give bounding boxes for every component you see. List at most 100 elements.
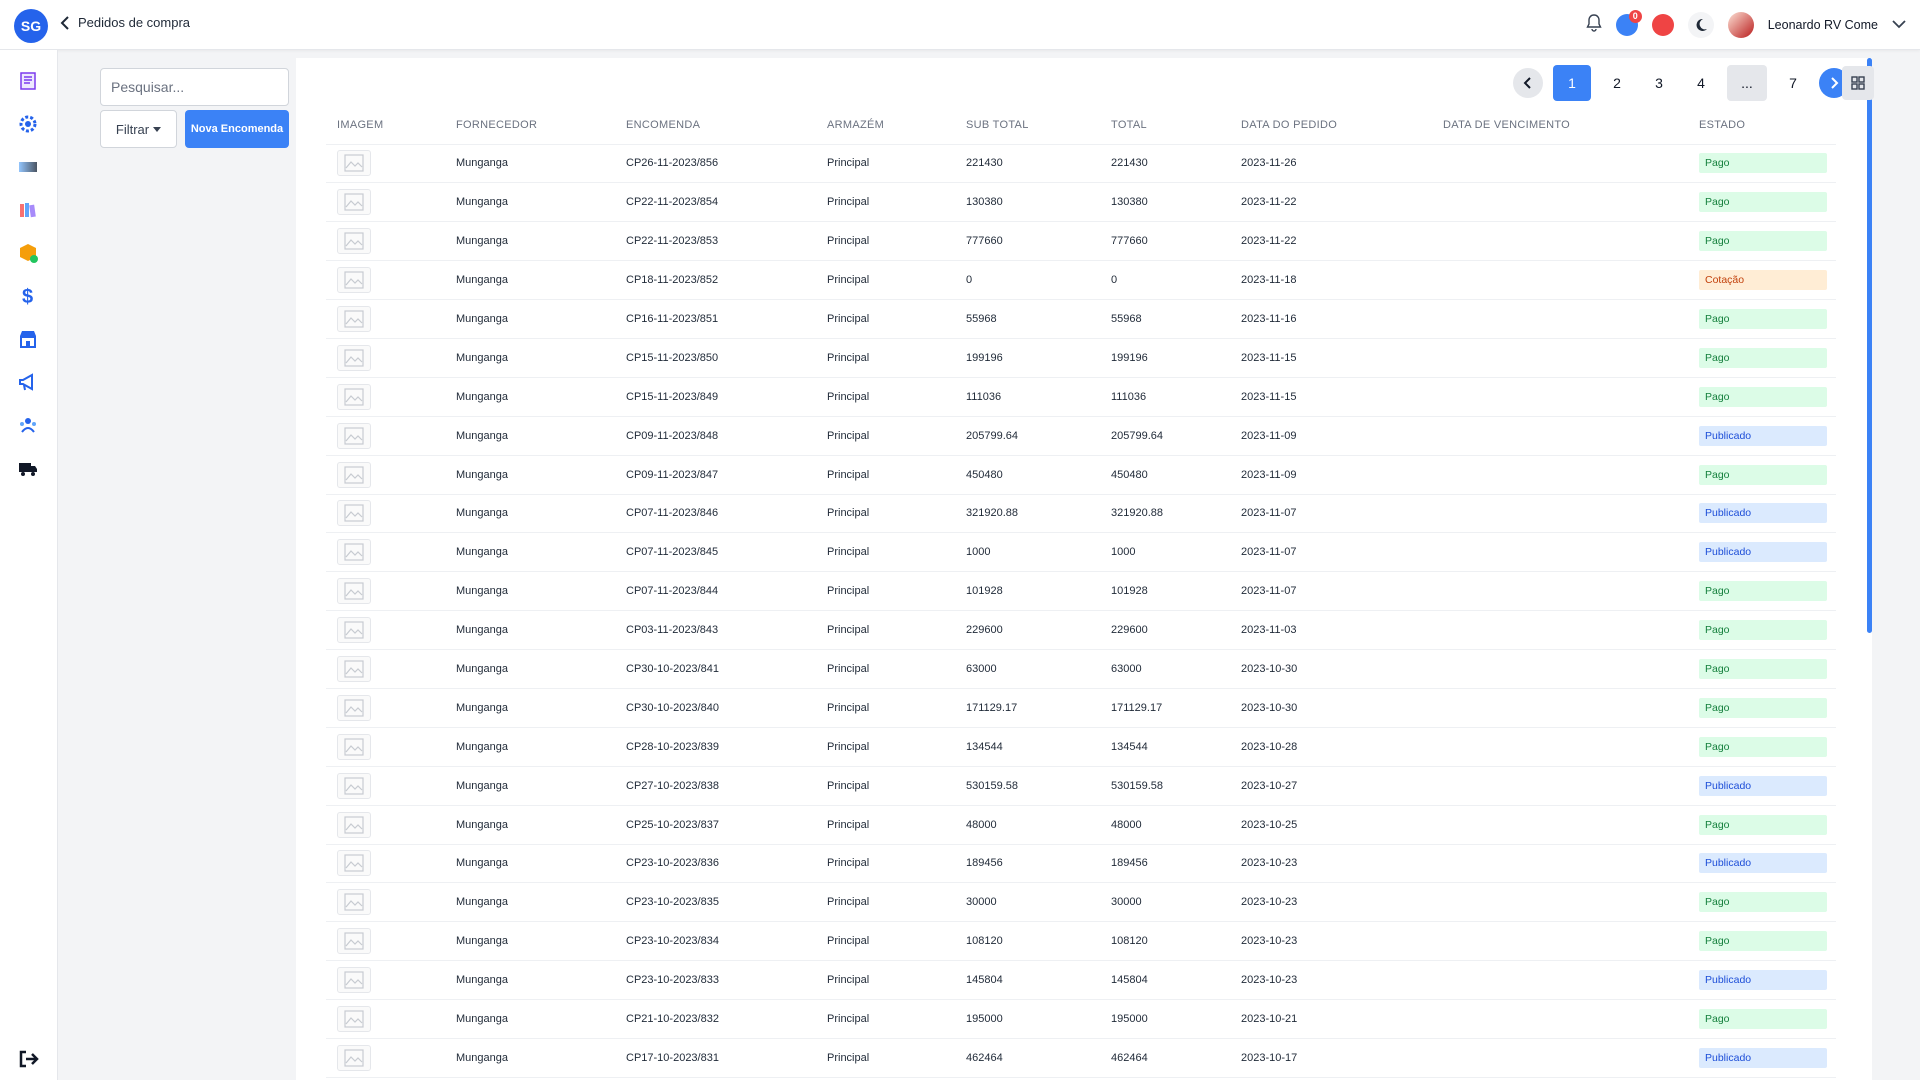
table-row[interactable]: Munganga CP30-10-2023/840 Principal 171129.… [326, 688, 1836, 728]
table-row[interactable]: Munganga CP21-10-2023/832 Principal 195000 1… [326, 999, 1836, 1039]
page-3[interactable]: 3 [1643, 66, 1675, 100]
notifications-button[interactable]: 0 [1615, 10, 1642, 36]
order-cell[interactable]: CP30-10-2023/840 [615, 688, 816, 728]
warehouse-cell: Principal [816, 338, 955, 378]
order-cell[interactable]: CP30-10-2023/841 [615, 649, 816, 689]
gradient-card-icon[interactable] [17, 156, 39, 178]
app-logo[interactable]: SG [14, 9, 48, 43]
books-icon[interactable] [17, 199, 39, 221]
order-cell[interactable]: CP21-10-2023/832 [615, 999, 816, 1039]
table-row[interactable]: Munganga CP25-10-2023/837 Principal 48000 48… [326, 805, 1836, 845]
status-badge: Publicado [1699, 425, 1827, 446]
logout-icon[interactable] [17, 1048, 39, 1070]
due-date-cell [1432, 299, 1688, 339]
avatar[interactable] [1727, 12, 1754, 38]
gear-icon[interactable] [17, 113, 39, 135]
table-row[interactable]: Munganga CP23-10-2023/834 Principal 108120 1… [326, 921, 1836, 962]
status-cell: Publicado [1688, 844, 1836, 884]
megaphone-icon[interactable] [17, 371, 39, 393]
order-cell[interactable]: CP27-10-2023/838 [615, 766, 816, 806]
store-icon[interactable] [17, 328, 39, 350]
order-cell[interactable]: CP17-10-2023/831 [615, 1038, 816, 1078]
order-cell[interactable]: CP16-11-2023/851 [615, 299, 816, 339]
table-row[interactable]: Munganga CP23-10-2023/836 Principal 189456 1… [326, 844, 1836, 884]
table-row[interactable]: Munganga CP16-11-2023/851 Principal 55968 55… [326, 299, 1836, 339]
receipt-icon[interactable] [17, 70, 39, 92]
page-1[interactable]: 1 [1553, 65, 1591, 101]
table-row[interactable]: Munganga CP26-11-2023/856 Principal 221430 2… [326, 144, 1836, 184]
order-cell[interactable]: CP15-11-2023/849 [615, 377, 816, 417]
table-row[interactable]: Munganga CP15-11-2023/850 Principal 199196 1… [326, 338, 1836, 378]
column-header[interactable]: DATA DO PEDIDO [1230, 107, 1432, 145]
column-header[interactable]: ENCOMENDA [615, 107, 816, 145]
table-row[interactable]: Munganga CP07-11-2023/845 Principal 1000 100… [326, 532, 1836, 573]
order-cell[interactable]: CP15-11-2023/850 [615, 338, 816, 378]
warehouse-cell: Principal [816, 649, 955, 689]
order-cell[interactable]: CP26-11-2023/856 [615, 144, 816, 184]
table-row[interactable]: Munganga CP28-10-2023/839 Principal 134544 1… [326, 727, 1836, 767]
order-cell[interactable]: CP23-10-2023/836 [615, 844, 816, 884]
table-row[interactable]: Munganga CP15-11-2023/849 Principal 111036 1… [326, 377, 1836, 417]
table-row[interactable]: Munganga CP30-10-2023/841 Principal 63000 63… [326, 649, 1836, 689]
bell-icon[interactable] [1586, 13, 1602, 37]
table-row[interactable]: Munganga CP23-10-2023/835 Principal 30000 30… [326, 882, 1836, 923]
order-cell[interactable]: CP22-11-2023/853 [615, 221, 816, 262]
supplier-cell: Munganga [445, 921, 615, 962]
column-header[interactable]: SUB TOTAL [955, 107, 1100, 145]
subtotal-cell: 171129.17 [955, 688, 1100, 728]
column-header[interactable]: IMAGEM [326, 107, 445, 145]
column-header[interactable]: ARMAZÉM [816, 107, 955, 145]
order-cell[interactable]: CP23-10-2023/834 [615, 921, 816, 962]
table-row[interactable]: Munganga CP07-11-2023/846 Principal 321920.… [326, 494, 1836, 534]
order-cell[interactable]: CP07-11-2023/845 [615, 532, 816, 573]
order-cell[interactable]: CP23-10-2023/835 [615, 882, 816, 923]
table-row[interactable]: Munganga CP22-11-2023/853 Principal 777660 7… [326, 221, 1836, 262]
search-input[interactable] [100, 68, 289, 106]
order-cell[interactable]: CP18-11-2023/852 [615, 260, 816, 301]
dark-mode-toggle[interactable] [1687, 12, 1714, 38]
table-row[interactable]: Munganga CP07-11-2023/844 Principal 101928 1… [326, 571, 1836, 612]
status-indicator[interactable] [1651, 14, 1674, 36]
truck-icon[interactable] [17, 457, 39, 479]
column-header[interactable]: FORNECEDOR [445, 107, 615, 145]
page-ellipsis[interactable]: ... [1727, 65, 1767, 101]
order-cell[interactable]: CP07-11-2023/844 [615, 571, 816, 612]
grid-view-button[interactable] [1842, 66, 1874, 100]
page-2[interactable]: 2 [1601, 66, 1633, 100]
table-row[interactable]: Munganga CP03-11-2023/843 Principal 229600 2… [326, 610, 1836, 651]
new-order-button[interactable]: Nova Encomenda [185, 110, 289, 148]
order-cell[interactable]: CP07-11-2023/846 [615, 494, 816, 534]
scrollbar[interactable] [1867, 58, 1872, 633]
column-header[interactable]: ESTADO [1688, 107, 1836, 145]
table-row[interactable]: Munganga CP27-10-2023/838 Principal 530159.… [326, 766, 1836, 806]
order-cell[interactable]: CP28-10-2023/839 [615, 727, 816, 767]
order-cell[interactable]: CP22-11-2023/854 [615, 182, 816, 223]
users-icon[interactable] [17, 414, 39, 436]
table-row[interactable]: Munganga CP18-11-2023/852 Principal 0 0 2023-… [326, 260, 1836, 301]
image-cell [326, 377, 445, 417]
order-date-cell: 2023-11-09 [1230, 416, 1432, 456]
column-header[interactable]: TOTAL [1100, 107, 1230, 145]
order-cell[interactable]: CP23-10-2023/833 [615, 960, 816, 1001]
chevron-down-icon[interactable] [1892, 16, 1906, 34]
column-header[interactable]: DATA DE VENCIMENTO [1432, 107, 1688, 145]
page-7[interactable]: 7 [1777, 66, 1809, 100]
image-placeholder-icon [337, 772, 371, 799]
table-row[interactable]: Munganga CP09-11-2023/847 Principal 450480 4… [326, 455, 1836, 495]
prev-page-button[interactable] [1513, 68, 1543, 98]
filter-button[interactable]: Filtrar [100, 110, 177, 148]
page-4[interactable]: 4 [1685, 66, 1717, 100]
table-row[interactable]: Munganga CP17-10-2023/831 Principal 462464 4… [326, 1038, 1836, 1078]
table-row[interactable]: Munganga CP09-11-2023/848 Principal 205799.… [326, 416, 1836, 456]
dollar-icon[interactable]: $ [17, 285, 39, 307]
total-cell: 0 [1100, 260, 1230, 301]
order-cell[interactable]: CP25-10-2023/837 [615, 805, 816, 845]
order-cell[interactable]: CP09-11-2023/847 [615, 455, 816, 495]
user-name[interactable]: Leonardo RV Come [1768, 18, 1878, 32]
back-link[interactable]: Pedidos de compra [60, 15, 190, 30]
order-cell[interactable]: CP09-11-2023/848 [615, 416, 816, 456]
order-cell[interactable]: CP03-11-2023/843 [615, 610, 816, 651]
table-row[interactable]: Munganga CP22-11-2023/854 Principal 130380 1… [326, 182, 1836, 223]
table-row[interactable]: Munganga CP23-10-2023/833 Principal 145804 1… [326, 960, 1836, 1001]
box-icon[interactable] [17, 242, 39, 264]
